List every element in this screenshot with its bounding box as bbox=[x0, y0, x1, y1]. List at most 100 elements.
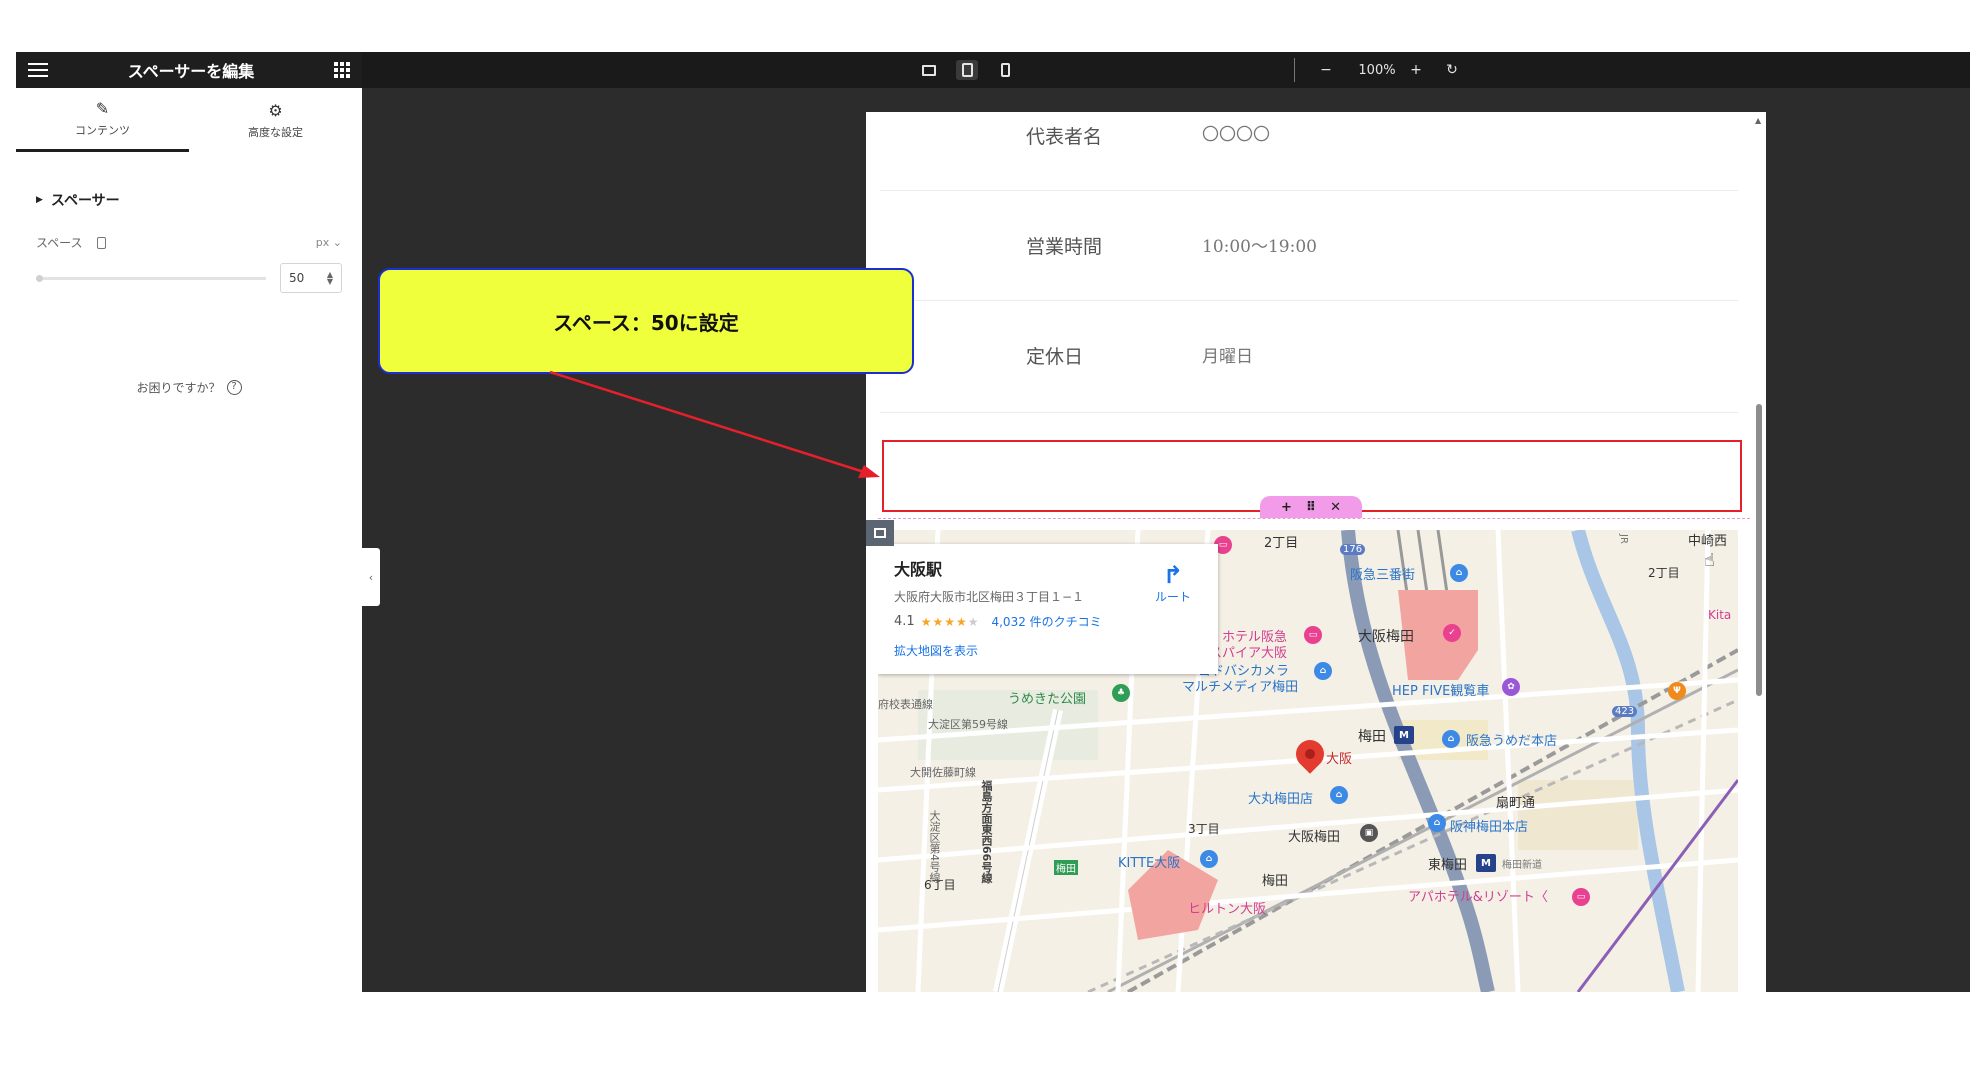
restaurant-pin-icon[interactable]: Ψ bbox=[1668, 682, 1686, 700]
park-pin-icon[interactable]: ♣ bbox=[1112, 684, 1130, 702]
space-number-input[interactable]: 50 ▲ ▼ bbox=[280, 263, 342, 293]
directions-button[interactable]: ↱ ルート bbox=[1146, 562, 1200, 605]
map-label: 3丁目 bbox=[1188, 822, 1220, 836]
device-mobile-button[interactable] bbox=[994, 60, 1016, 80]
info-label: 定休日 bbox=[1026, 346, 1084, 368]
hotel-pin-icon[interactable]: ▭ bbox=[1304, 626, 1322, 644]
collapse-panel-button[interactable]: ‹ bbox=[362, 548, 380, 606]
panel-tabs: ✎ コンテンツ ⚙ 高度な設定 bbox=[16, 88, 362, 152]
unit-select[interactable]: px ⌄ bbox=[316, 236, 342, 249]
map-label: 東梅田 bbox=[1428, 858, 1468, 873]
map-label: HEP FIVE観覧車 bbox=[1392, 684, 1490, 699]
map-label: 大淀区第4号線 bbox=[928, 810, 941, 883]
rating-stars-filled: ★★★★ bbox=[920, 614, 968, 629]
map-label: 府校表通線 bbox=[878, 698, 933, 711]
map-label: 2丁目 bbox=[1648, 566, 1680, 580]
reset-icon: ↻ bbox=[1446, 62, 1458, 78]
tab-content-label: コンテンツ bbox=[75, 124, 130, 137]
minus-icon: − bbox=[1320, 62, 1332, 78]
info-value: 月曜日 bbox=[1202, 347, 1253, 367]
metro-station-icon[interactable]: M bbox=[1476, 854, 1496, 872]
map-label: 423 bbox=[1612, 706, 1638, 717]
space-slider[interactable] bbox=[36, 274, 266, 282]
caret-right-icon: ▶ bbox=[36, 195, 43, 205]
drag-handle-icon[interactable]: ⠿ bbox=[1306, 500, 1316, 515]
map-label: 福島方面東西66号線 bbox=[980, 780, 993, 884]
metro-station-icon[interactable]: M bbox=[1394, 726, 1414, 744]
hamburger-menu-icon[interactable] bbox=[28, 63, 48, 77]
map-label: 大阪梅田 bbox=[1358, 629, 1414, 645]
hotel-pin-icon[interactable]: ▭ bbox=[1572, 888, 1590, 906]
place-rating: 4.1 bbox=[894, 614, 915, 629]
hand-cursor-icon: ☝ bbox=[1704, 550, 1715, 571]
info-value: 10:00〜19:00 bbox=[1202, 237, 1317, 257]
annotation-callout: スペース：50に設定 bbox=[378, 268, 914, 374]
map-label: 大淀区第59号線 bbox=[928, 718, 1008, 731]
zoom-in-button[interactable]: + bbox=[1406, 60, 1426, 80]
map-label: 梅田 bbox=[1262, 874, 1289, 889]
unit-label: px bbox=[315, 236, 330, 249]
map-label: 梅田 bbox=[1358, 729, 1386, 745]
delete-element-icon[interactable]: ✕ bbox=[1330, 500, 1341, 515]
reviews-link[interactable]: 4,032 件のクチコミ bbox=[991, 613, 1101, 630]
map-label: 中崎西 bbox=[1688, 534, 1728, 549]
section-spacer-toggle[interactable]: ▶ スペーサー bbox=[36, 190, 362, 210]
tab-advanced-label: 高度な設定 bbox=[248, 125, 303, 139]
map-label: ヒルトン大阪 bbox=[1188, 902, 1267, 917]
tab-content[interactable]: ✎ コンテンツ bbox=[16, 88, 189, 152]
zoom-out-button[interactable]: − bbox=[1316, 60, 1336, 80]
page-preview: 代表者名 〇〇〇〇 営業時間 10:00〜19:00 定休日 月曜日 + ⠿ ✕ bbox=[866, 112, 1766, 992]
info-label: 代表者名 bbox=[1026, 126, 1103, 148]
row-divider bbox=[880, 190, 1738, 191]
plus-icon: + bbox=[1410, 62, 1422, 78]
map-label: 大開佐藤町線 bbox=[910, 766, 976, 779]
attraction-pin-icon[interactable]: ✿ bbox=[1502, 678, 1520, 696]
toolbar-divider bbox=[1294, 58, 1295, 82]
device-tablet-button[interactable] bbox=[956, 60, 978, 80]
info-label: 営業時間 bbox=[1026, 236, 1103, 258]
shopping-pin-icon[interactable]: ⌂ bbox=[1200, 850, 1218, 868]
zoom-level: 100% bbox=[1358, 62, 1396, 78]
add-element-icon[interactable]: + bbox=[1281, 500, 1292, 515]
panel-header: スペーサーを編集 bbox=[16, 52, 362, 88]
map-widget-edit-icon[interactable] bbox=[866, 520, 894, 546]
map-label: アパホテル&リゾート〈 bbox=[1408, 890, 1548, 905]
shopping-pin-icon[interactable]: ⌂ bbox=[1428, 814, 1446, 832]
bus-station-icon[interactable]: ▣ bbox=[1360, 824, 1378, 842]
spinner-arrows-icon[interactable]: ▲ ▼ bbox=[327, 271, 333, 286]
scroll-up-icon[interactable]: ▲ bbox=[1755, 116, 1761, 125]
map-label: マルチメディア梅田 bbox=[1182, 680, 1299, 695]
rail-station-icon[interactable]: ✓ bbox=[1443, 624, 1461, 642]
row-divider bbox=[880, 412, 1738, 413]
top-toolbar: − 100% + ↻ bbox=[362, 52, 1970, 88]
panel-title: スペーサーを編集 bbox=[127, 62, 255, 81]
shopping-pin-icon[interactable]: ⌂ bbox=[1442, 730, 1460, 748]
slider-handle[interactable] bbox=[36, 274, 43, 282]
map-label: 阪急三番街 bbox=[1350, 568, 1416, 583]
info-row-representative: 代表者名 〇〇〇〇 bbox=[866, 112, 1752, 222]
section-title: スペーサー bbox=[50, 193, 120, 209]
google-map[interactable]: 2丁目 中崎西 2丁目 Kita JR 阪急三番街 ⌂ 大阪梅田 ✓ ホテル阪急… bbox=[878, 530, 1738, 992]
spacer-element-handle[interactable]: + ⠿ ✕ bbox=[1260, 496, 1362, 518]
scrollbar-thumb[interactable] bbox=[1756, 404, 1762, 696]
reset-zoom-button[interactable]: ↻ bbox=[1442, 60, 1462, 80]
device-desktop-button[interactable] bbox=[918, 60, 940, 80]
map-label: 大丸梅田店 bbox=[1248, 792, 1314, 807]
shopping-pin-icon[interactable]: ⌂ bbox=[1450, 564, 1468, 582]
map-label: Kita bbox=[1708, 608, 1732, 622]
shopping-pin-icon[interactable]: ⌂ bbox=[1314, 662, 1332, 680]
apps-grid-icon[interactable] bbox=[334, 62, 350, 78]
map-label: 扇町通 bbox=[1496, 796, 1536, 811]
tab-advanced[interactable]: ⚙ 高度な設定 bbox=[189, 88, 362, 152]
preview-scrollbar[interactable]: ▲ bbox=[1752, 112, 1766, 992]
map-label: 阪急うめだ本店 bbox=[1466, 734, 1558, 749]
directions-label: ルート bbox=[1154, 590, 1191, 604]
view-larger-map-link[interactable]: 拡大地図を表示 bbox=[894, 642, 1202, 659]
pencil-icon: ✎ bbox=[95, 99, 110, 118]
help-link[interactable]: お困りですか？ ? bbox=[16, 379, 362, 396]
shopping-pin-icon[interactable]: ⌂ bbox=[1330, 786, 1348, 804]
rating-stars-empty: ★ bbox=[967, 614, 980, 629]
info-row-hours: 営業時間 10:00〜19:00 bbox=[866, 222, 1752, 332]
responsive-device-icon[interactable] bbox=[96, 236, 106, 249]
map-label: 大阪 bbox=[1326, 752, 1353, 767]
